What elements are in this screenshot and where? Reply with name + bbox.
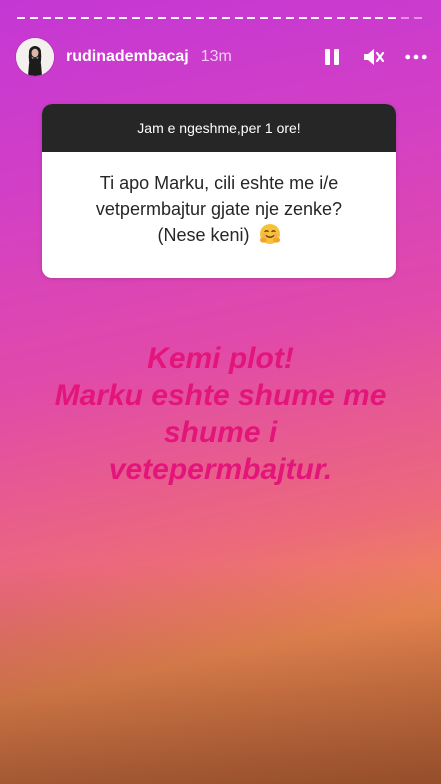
progress-segment — [400, 17, 409, 19]
progress-segment — [272, 17, 281, 19]
question-line-last: (Nese keni) — [58, 222, 380, 252]
answer-line: Marku eshte shume me — [54, 379, 387, 412]
progress-segment — [362, 17, 371, 19]
timestamp: 13m — [200, 48, 232, 65]
progress-segment — [196, 17, 205, 19]
progress-segment — [298, 17, 307, 19]
progress-segment — [183, 17, 192, 19]
progress-segment — [42, 17, 51, 19]
progress-segment — [144, 17, 153, 19]
question-line: (Nese keni) — [157, 225, 250, 245]
story-header: rudinadembacaj 13m — [16, 36, 427, 78]
progress-segment — [106, 17, 115, 19]
progress-segment — [132, 17, 141, 19]
pause-icon[interactable] — [321, 46, 343, 68]
progress-segment — [208, 17, 217, 19]
progress-segment — [55, 17, 64, 19]
username[interactable]: rudinadembacaj — [66, 48, 189, 66]
answer-line: vetepermbajtur. — [108, 453, 333, 486]
progress-segment — [68, 17, 77, 19]
story-controls — [321, 46, 427, 68]
progress-segment — [413, 17, 422, 19]
progress-segment — [349, 17, 358, 19]
progress-segment — [234, 17, 243, 19]
progress-segment — [29, 17, 38, 19]
question-line: Ti apo Marku, cili eshte me i/e — [99, 173, 339, 193]
progress-segment — [80, 17, 89, 19]
mute-icon[interactable] — [363, 46, 385, 68]
progress-segment — [247, 17, 256, 19]
progress-segment — [93, 17, 102, 19]
progress-segment — [170, 17, 179, 19]
progress-segment — [17, 17, 25, 19]
answer-line: Kemi plot! — [147, 342, 294, 375]
progress-segment — [388, 17, 397, 19]
question-text: Ti apo Marku, cili eshte me i/e vetpermb… — [42, 152, 396, 252]
question-prompt: Jam e ngeshme,per 1 ore! — [42, 104, 396, 152]
question-line: vetpermbajtur gjate nje zenke? — [95, 199, 343, 219]
question-sticker: Jam e ngeshme,per 1 ore! Ti apo Marku, c… — [42, 104, 396, 278]
story-progress-bar — [17, 17, 422, 20]
more-options-icon[interactable] — [405, 46, 427, 68]
avatar[interactable] — [16, 38, 54, 76]
progress-segment — [221, 17, 230, 19]
story-view[interactable]: rudinadembacaj 13m Jam e ngeshme,per 1 o… — [0, 0, 441, 784]
answer-text: Kemi plot! Marku eshte shume me shume i … — [20, 340, 421, 488]
answer-line: shume i — [163, 416, 278, 449]
smiling-face-with-hands-emoji — [259, 223, 281, 252]
progress-segment — [336, 17, 345, 19]
progress-segment — [285, 17, 294, 19]
progress-segment — [260, 17, 269, 19]
progress-segment — [311, 17, 320, 19]
progress-segment — [157, 17, 166, 19]
progress-segment — [324, 17, 333, 19]
progress-segment — [119, 17, 128, 19]
progress-segment — [375, 17, 384, 19]
